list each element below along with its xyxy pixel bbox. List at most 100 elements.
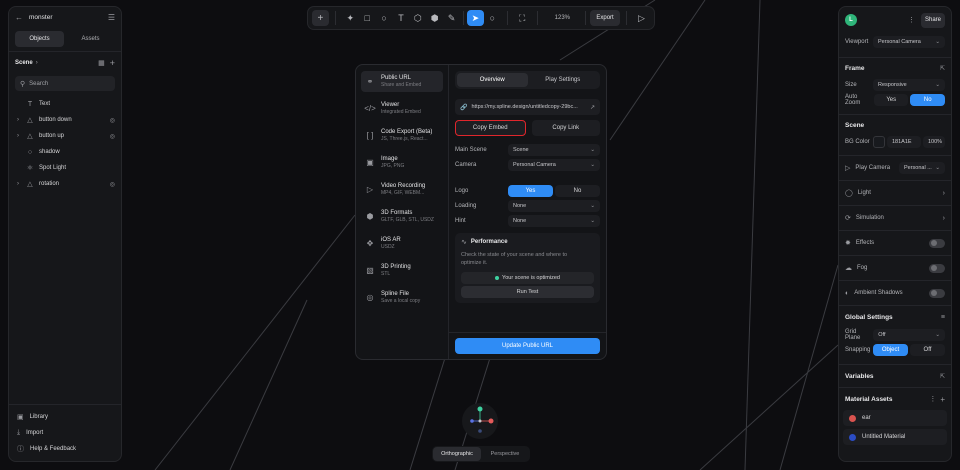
bg-color-hex[interactable]: 181A1E <box>887 136 921 148</box>
select-tool-icon[interactable]: ➤ <box>467 10 484 26</box>
tree-item[interactable]: ○ shadow <box>9 144 121 160</box>
bg-opacity[interactable]: 100% <box>923 136 945 148</box>
auto-zoom-no[interactable]: No <box>910 94 945 106</box>
export-option-3d-printing[interactable]: ▧ 3D Printing STL <box>361 260 443 281</box>
expand-icon[interactable]: ⇱ <box>940 65 945 72</box>
bg-color-swatch[interactable] <box>873 136 885 148</box>
rectangle-tool-icon[interactable]: □ <box>359 10 376 26</box>
update-public-url-button[interactable]: Update Public URL <box>455 338 600 354</box>
snapping-off-label: Off <box>923 347 932 353</box>
tree-item[interactable]: › △ button up ◎ <box>9 128 121 144</box>
loading-select[interactable]: None ⌄ <box>508 200 600 212</box>
material-item[interactable]: Untitled Material <box>843 429 947 445</box>
add-icon[interactable]: + <box>940 395 945 404</box>
share-button[interactable]: Share <box>921 12 945 28</box>
grid-plane-select[interactable]: Off ⌄ <box>873 329 945 341</box>
fog-toggle[interactable] <box>929 263 945 273</box>
material-item[interactable]: ear <box>843 410 947 426</box>
chevron-right-icon[interactable]: › <box>15 117 21 123</box>
play-icon[interactable]: ▷ <box>633 10 650 26</box>
search-field[interactable]: ⚲ Search <box>15 76 115 91</box>
ambient-shadows-toggle[interactable] <box>929 288 945 298</box>
ellipse-tool-icon[interactable]: ○ <box>376 10 393 26</box>
more-icon[interactable]: ⋮ <box>908 16 915 24</box>
effects-toggle[interactable] <box>929 238 945 248</box>
more-icon[interactable]: ⋮ <box>929 395 936 403</box>
performance-description: Check the state of your scene and where … <box>461 252 568 266</box>
snapping-object[interactable]: Object <box>873 344 908 356</box>
frame-tool-icon[interactable]: ⛶ <box>514 10 531 26</box>
simulation-section[interactable]: ⟳ Simulation › <box>839 206 951 230</box>
chevron-right-icon[interactable]: › <box>15 133 21 139</box>
axis-gizmo[interactable] <box>462 403 498 439</box>
expand-icon[interactable]: ⇱ <box>940 373 945 380</box>
target-icon[interactable]: ◎ <box>110 117 115 124</box>
tab-overview[interactable]: Overview <box>457 73 528 87</box>
logo-yes-button[interactable]: Yes <box>508 185 553 197</box>
camera-select[interactable]: Personal Camera ⌄ <box>508 159 600 171</box>
performance-card: ∿ Performance Check the state of your sce… <box>455 233 600 303</box>
target-icon[interactable]: ◎ <box>110 133 115 140</box>
zoom-level[interactable]: 123% <box>544 10 582 26</box>
tree-item[interactable]: T Text <box>9 96 121 112</box>
text-icon: T <box>27 100 33 108</box>
logo-no-button[interactable]: No <box>555 185 600 197</box>
main-scene-value: Scene <box>513 147 529 153</box>
export-option-image[interactable]: ▣ Image JPG, PNG <box>361 152 443 173</box>
export-option-public-url[interactable]: ⚭ Public URL Share and Embed <box>361 71 443 92</box>
tree-item[interactable]: ⚛ Spot Light <box>9 160 121 176</box>
export-option-code-export-beta[interactable]: [ ] Code Export (Beta) JS, Three.js, Rea… <box>361 125 443 146</box>
comment-tool-icon[interactable]: ○ <box>484 10 501 26</box>
tree-item[interactable]: › △ rotation ◎ <box>9 176 121 192</box>
tree-item[interactable]: › △ button down ◎ <box>9 112 121 128</box>
export-button[interactable]: Export <box>590 10 621 26</box>
snapping-off[interactable]: Off <box>910 344 945 356</box>
pen-tool-icon[interactable]: ✎ <box>443 10 460 26</box>
play-camera-select[interactable]: Personal ... ⌄ <box>899 162 945 174</box>
library-link[interactable]: ▣ Library <box>9 409 121 425</box>
export-option-3d-formats[interactable]: ⬢ 3D Formats GLTF, GLB, STL, USDZ <box>361 206 443 227</box>
logo-no-label: No <box>573 188 582 194</box>
export-option-video-recording[interactable]: ▷ Video Recording MP4, GIF, WEBM... <box>361 179 443 200</box>
main-scene-select[interactable]: Scene ⌄ <box>508 144 600 156</box>
grid-icon[interactable]: ▦ <box>98 59 105 67</box>
export-option-spline-file[interactable]: ◎ Spline File Save a local copy <box>361 287 443 308</box>
add-object-button[interactable]: + <box>312 10 329 26</box>
tab-objects[interactable]: Objects <box>15 31 64 47</box>
export-option-viewer[interactable]: </> Viewer Integrated Embed <box>361 98 443 119</box>
text-tool-icon[interactable]: T <box>393 10 410 26</box>
perspective-button[interactable]: Perspective <box>481 447 529 461</box>
copy-link-button[interactable]: Copy Link <box>531 120 600 136</box>
search-input[interactable]: Search <box>29 81 48 87</box>
export-option-title: Image <box>381 156 398 162</box>
orthographic-button[interactable]: Orthographic <box>433 447 481 461</box>
chevron-right-icon[interactable]: › <box>15 181 21 187</box>
chevron-right-icon[interactable]: › <box>36 60 38 66</box>
auto-zoom-yes[interactable]: Yes <box>873 94 909 106</box>
menu-icon[interactable]: ☰ <box>108 13 115 22</box>
copy-link-label: Copy Link <box>552 125 580 131</box>
light-section[interactable]: ◯ Light › <box>839 181 951 205</box>
sparkle-tool-icon[interactable]: ✦ <box>342 10 359 26</box>
viewport-select[interactable]: Personal Camera ⌄ <box>873 36 945 48</box>
size-select[interactable]: Responsive ⌄ <box>873 79 945 91</box>
back-arrow-icon[interactable]: ← <box>15 13 23 22</box>
target-icon[interactable]: ◎ <box>110 181 115 188</box>
add-icon[interactable]: + <box>110 58 115 68</box>
external-link-icon[interactable]: ↗ <box>590 104 595 111</box>
export-option-ios-ar[interactable]: ✥ iOS AR USDZ <box>361 233 443 254</box>
avatar[interactable]: L <box>845 14 857 26</box>
public-url-field[interactable]: 🔗 https://my.spline.design/untitledcopy-2… <box>455 99 600 115</box>
tab-assets[interactable]: Assets <box>66 31 115 47</box>
run-test-button[interactable]: Run Test <box>461 286 594 298</box>
help-link[interactable]: ⓘ Help & Feedback <box>9 441 121 457</box>
cube-tool-icon[interactable]: ⬢ <box>426 10 443 26</box>
shape-tool-icon[interactable]: ⬡ <box>409 10 426 26</box>
import-link[interactable]: ⤓ Import <box>9 425 121 441</box>
chevron-down-icon: ⌄ <box>590 218 595 224</box>
hint-select[interactable]: None ⌄ <box>508 215 600 227</box>
scene-label[interactable]: Scene <box>15 60 33 66</box>
copy-embed-button[interactable]: Copy Embed <box>455 120 526 136</box>
sliders-icon[interactable]: ≡ <box>941 314 945 321</box>
tab-play-settings[interactable]: Play Settings <box>528 73 599 87</box>
